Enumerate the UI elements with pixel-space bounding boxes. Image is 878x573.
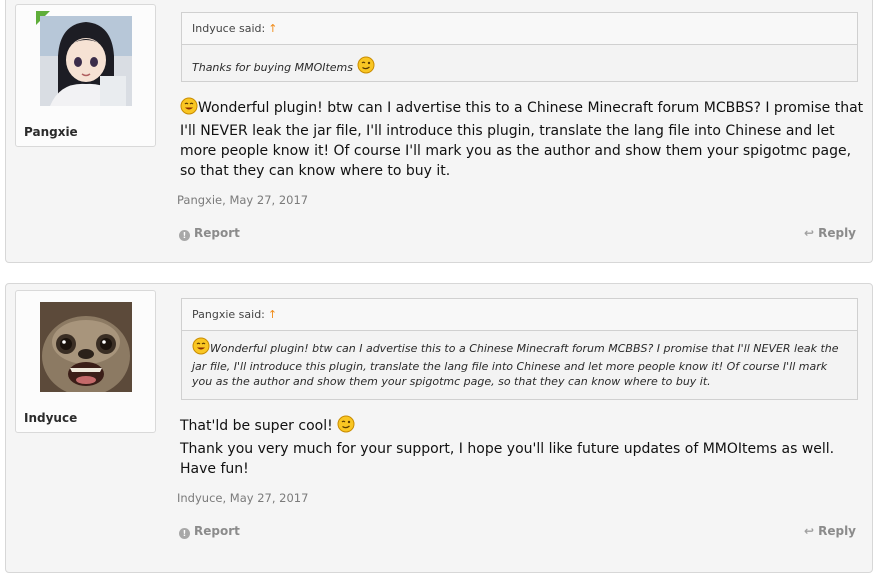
reply-button[interactable]: ↩ Reply — [804, 524, 856, 538]
quote-author: Pangxie said: — [192, 308, 265, 321]
reply-label: Reply — [818, 524, 856, 538]
quote-text: Wonderful plugin! btw can I advertise th… — [192, 342, 839, 388]
post-message: Wonderful plugin! btw can I advertise th… — [180, 97, 870, 181]
smile-smiley-icon — [192, 337, 210, 359]
quote-block: Indyuce said: ↑ Thanks for buying MMOItem… — [181, 12, 858, 82]
message-text-line2: Thank you very much for your support, I … — [180, 441, 835, 457]
username[interactable]: Indyuce — [24, 411, 77, 425]
post-message: That'ld be super cool! Thank you very mu… — [180, 415, 870, 479]
post-meta[interactable]: Pangxie, May 27, 2017 — [177, 193, 308, 207]
message-text-line3: Have fun! — [180, 461, 249, 477]
go-to-quote-arrow-icon[interactable]: ↑ — [268, 22, 277, 35]
report-label: Report — [194, 226, 240, 240]
post-pangxie: Pangxie Indyuce said: ↑ Thanks for buying… — [5, 0, 873, 263]
wink-smiley-icon — [357, 56, 375, 78]
quote-author: Indyuce said: — [192, 22, 266, 35]
go-to-quote-arrow-icon[interactable]: ↑ — [268, 308, 277, 321]
report-icon: ! — [179, 230, 190, 241]
quote-body: Wonderful plugin! btw can I advertise th… — [182, 331, 857, 395]
message-text-line1: That'ld be super cool! — [180, 418, 333, 434]
reply-arrow-icon: ↩ — [804, 524, 815, 538]
post-indyuce: Indyuce Pangxie said: ↑ Wonderful plugin!… — [5, 283, 873, 573]
reply-arrow-icon: ↩ — [804, 226, 815, 240]
avatar-indyuce[interactable] — [40, 302, 132, 392]
username[interactable]: Pangxie — [24, 125, 78, 139]
post-meta[interactable]: Indyuce, May 27, 2017 — [177, 491, 308, 505]
message-line: That'ld be super cool! — [180, 415, 870, 439]
wink-smiley-icon — [337, 415, 355, 439]
report-button[interactable]: ! Report — [179, 226, 240, 241]
message-text: Wonderful plugin! btw can I advertise th… — [180, 100, 864, 179]
quote-header: Pangxie said: ↑ — [182, 299, 857, 331]
avatar-pangxie[interactable] — [40, 16, 132, 106]
quote-text: Thanks for buying MMOItems — [192, 61, 354, 74]
quote-header: Indyuce said: ↑ — [182, 13, 857, 45]
reply-label: Reply — [818, 226, 856, 240]
user-info-block: Indyuce — [15, 290, 156, 433]
report-button[interactable]: ! Report — [179, 524, 240, 539]
smile-smiley-icon — [180, 97, 198, 121]
report-icon: ! — [179, 528, 190, 539]
quote-body: Thanks for buying MMOItems — [182, 45, 857, 84]
report-label: Report — [194, 524, 240, 538]
quote-block: Pangxie said: ↑ Wonderful plugin! btw can… — [181, 298, 858, 400]
user-info-block: Pangxie — [15, 4, 156, 147]
reply-button[interactable]: ↩ Reply — [804, 226, 856, 240]
